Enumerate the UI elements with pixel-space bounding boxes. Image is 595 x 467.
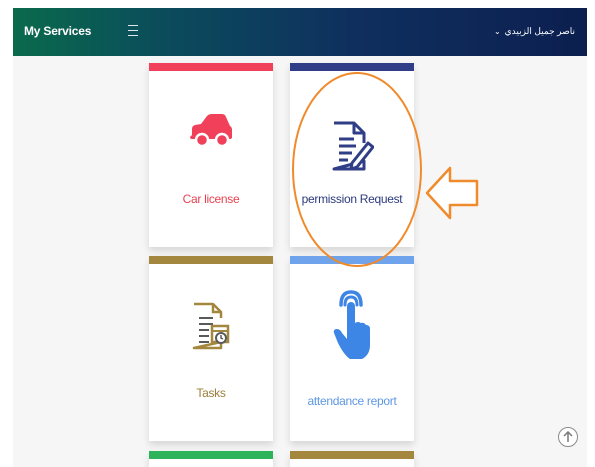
app-viewport: My Services ⌄ ناصر جميل الزبيدي Car lice… bbox=[13, 8, 587, 467]
card-accent-bar bbox=[290, 451, 414, 459]
car-icon bbox=[149, 113, 273, 149]
service-card-attendance-report[interactable]: attendance report bbox=[290, 256, 414, 441]
service-card-partial[interactable] bbox=[149, 451, 273, 467]
user-menu[interactable]: ⌄ ناصر جميل الزبيدي bbox=[494, 26, 575, 37]
service-card-car-license[interactable]: Car license bbox=[149, 63, 273, 247]
touch-finger-icon bbox=[290, 289, 414, 361]
hamburger-menu-icon[interactable] bbox=[128, 25, 138, 39]
card-label: attendance report bbox=[307, 394, 397, 408]
scroll-to-top-button[interactable] bbox=[558, 427, 578, 447]
app-title[interactable]: My Services bbox=[24, 24, 91, 38]
card-accent-bar bbox=[290, 256, 414, 264]
card-accent-bar bbox=[149, 63, 273, 71]
user-name: ناصر جميل الزبيدي bbox=[504, 26, 575, 36]
task-list-icon bbox=[149, 302, 273, 350]
card-accent-bar bbox=[149, 451, 273, 459]
card-accent-bar bbox=[149, 256, 273, 264]
service-card-tasks[interactable]: Tasks bbox=[149, 256, 273, 441]
service-card-permission-request[interactable]: permission Request bbox=[290, 63, 414, 247]
card-label: Tasks bbox=[196, 386, 226, 400]
chevron-down-icon: ⌄ bbox=[493, 26, 501, 36]
card-accent-bar bbox=[290, 63, 414, 71]
service-card-partial[interactable] bbox=[290, 451, 414, 467]
arrow-up-icon bbox=[563, 431, 573, 442]
card-label: permission Request bbox=[301, 192, 403, 206]
document-edit-icon bbox=[290, 121, 414, 173]
top-navbar: My Services ⌄ ناصر جميل الزبيدي bbox=[13, 8, 587, 56]
pointer-arrow-icon bbox=[424, 164, 480, 222]
card-label: Car license bbox=[182, 192, 240, 206]
